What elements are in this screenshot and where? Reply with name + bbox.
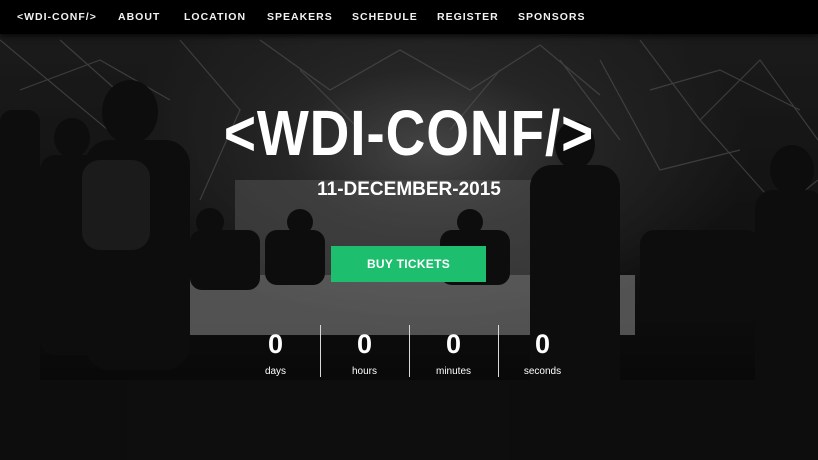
buy-tickets-button[interactable]: BUY TICKETS: [331, 246, 486, 282]
nav-link-about[interactable]: ABOUT: [118, 11, 160, 23]
countdown-seconds: 0 seconds: [498, 325, 587, 377]
countdown-days-value: 0: [267, 329, 284, 359]
hero-title: <WDI-CONF/>: [223, 97, 595, 169]
nav-link-register[interactable]: REGISTER: [437, 11, 499, 23]
nav-link-schedule[interactable]: SCHEDULE: [352, 11, 418, 23]
brand-logo-link[interactable]: <WDI-CONF/>: [17, 11, 97, 23]
countdown-seconds-value: 0: [534, 329, 551, 359]
countdown-minutes: 0 minutes: [409, 325, 498, 377]
nav-link-sponsors[interactable]: SPONSORS: [518, 11, 586, 23]
countdown-minutes-label: minutes: [435, 366, 471, 377]
countdown-days-label: days: [264, 366, 287, 377]
hero-dark-overlay: [0, 0, 818, 460]
nav-link-speakers[interactable]: SPEAKERS: [267, 11, 333, 23]
top-navbar: <WDI-CONF/> ABOUT LOCATION SPEAKERS SCHE…: [0, 0, 818, 34]
countdown-timer: 0 days 0 hours 0 minutes 0 seconds: [231, 325, 587, 377]
countdown-days: 0 days: [231, 325, 320, 377]
countdown-seconds-label: seconds: [523, 366, 562, 377]
countdown-hours-value: 0: [356, 329, 373, 359]
countdown-hours: 0 hours: [320, 325, 409, 377]
countdown-minutes-value: 0: [445, 329, 462, 359]
nav-link-location[interactable]: LOCATION: [184, 11, 246, 23]
event-date: 11-DECEMBER-2015: [317, 179, 501, 200]
countdown-hours-label: hours: [351, 366, 377, 377]
